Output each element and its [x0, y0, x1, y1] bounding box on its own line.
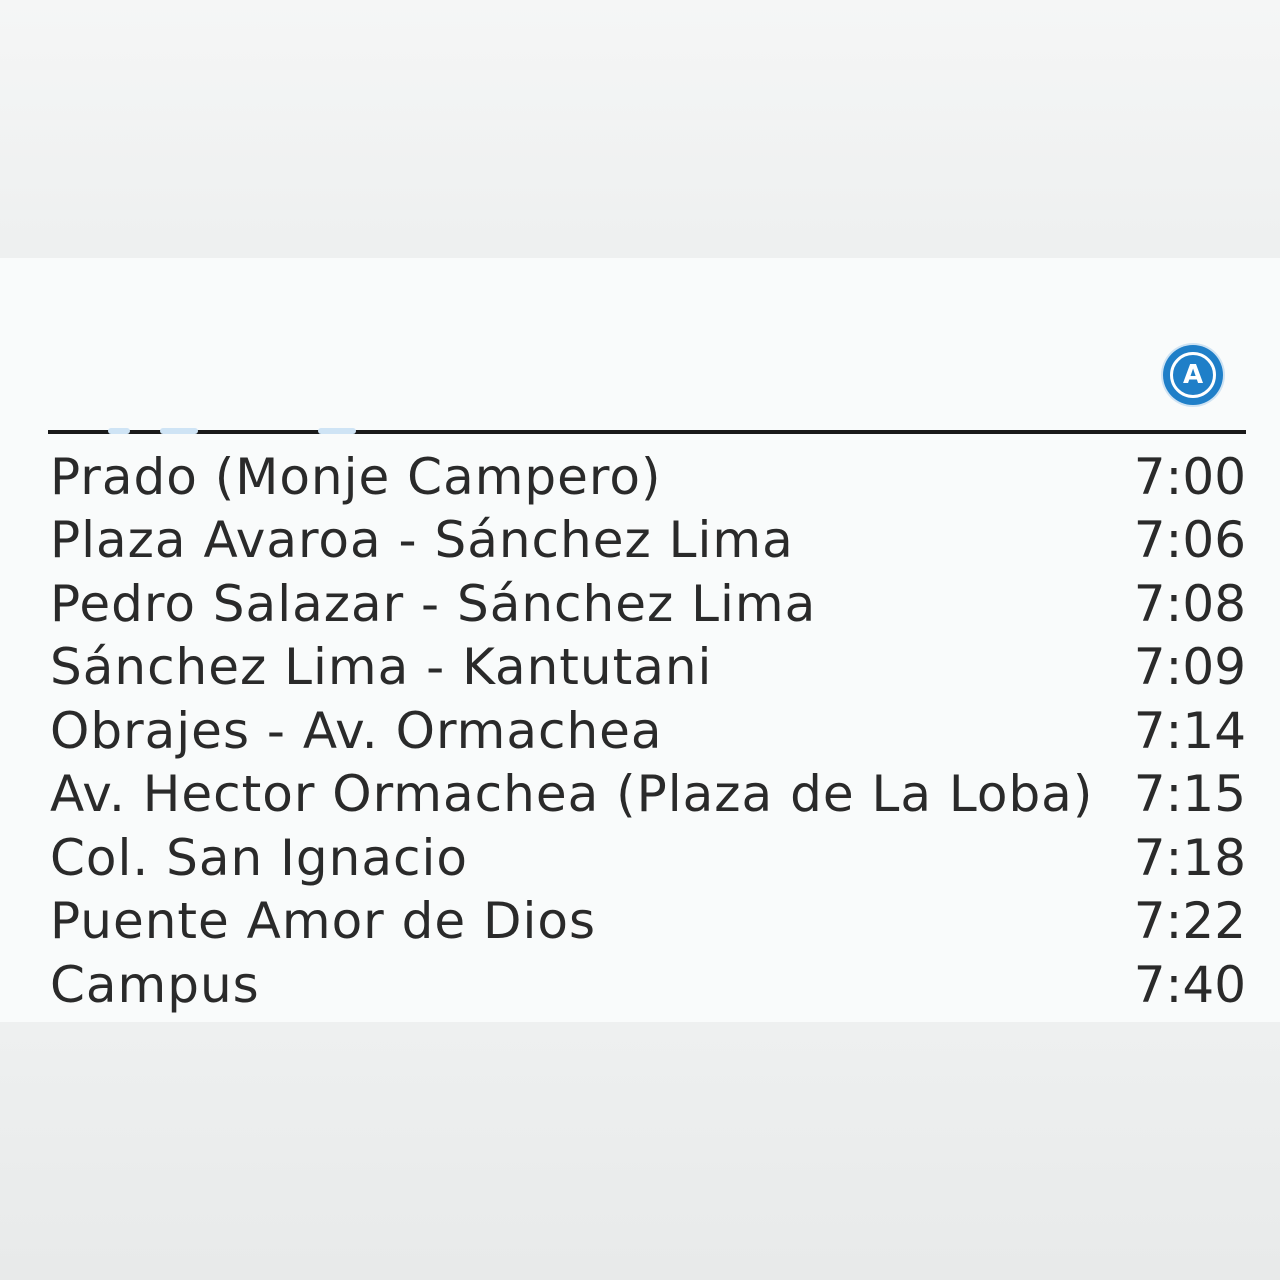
header-divider — [48, 430, 1246, 434]
stop-name: Col. San Ignacio — [50, 828, 468, 887]
divider-accent — [160, 428, 198, 434]
stop-list: Prado (Monje Campero) 7:00 Plaza Avaroa … — [50, 445, 1246, 1017]
stop-time: 7:06 — [1133, 511, 1246, 570]
stop-time: 7:14 — [1133, 701, 1246, 760]
stop-name: Campus — [50, 955, 260, 1014]
stop-time: 7:08 — [1133, 574, 1246, 633]
route-badge-icon: A — [1163, 345, 1223, 405]
divider-accent — [108, 428, 130, 434]
stop-time: 7:09 — [1133, 638, 1246, 697]
stop-name: Sánchez Lima - Kantutani — [50, 638, 713, 697]
route-letter: A — [1170, 352, 1216, 398]
stop-name: Puente Amor de Dios — [50, 892, 597, 951]
divider-accent — [318, 428, 356, 434]
stop-row: Puente Amor de Dios 7:22 — [50, 890, 1246, 954]
stop-row: Sánchez Lima - Kantutani 7:09 — [50, 636, 1246, 700]
stop-name: Prado (Monje Campero) — [50, 447, 662, 506]
stop-time: 7:40 — [1133, 955, 1246, 1014]
stop-name: Av. Hector Ormachea (Plaza de La Loba) — [50, 765, 1094, 824]
stop-row: Plaza Avaroa - Sánchez Lima 7:06 — [50, 509, 1246, 573]
stop-row: Campus 7:40 — [50, 953, 1246, 1017]
stop-time: 7:00 — [1133, 447, 1246, 506]
stop-name: Plaza Avaroa - Sánchez Lima — [50, 511, 794, 570]
stop-time: 7:22 — [1133, 892, 1246, 951]
page: A Prado (Monje Campero) 7:00 Plaza Avaro… — [0, 0, 1280, 1280]
stop-time: 7:18 — [1133, 828, 1246, 887]
stop-row: Obrajes - Av. Ormachea 7:14 — [50, 699, 1246, 763]
stop-name: Pedro Salazar - Sánchez Lima — [50, 574, 817, 633]
stop-row: Av. Hector Ormachea (Plaza de La Loba) 7… — [50, 763, 1246, 827]
stop-row: Pedro Salazar - Sánchez Lima 7:08 — [50, 572, 1246, 636]
stop-name: Obrajes - Av. Ormachea — [50, 701, 663, 760]
stop-time: 7:15 — [1133, 765, 1246, 824]
stop-row: Prado (Monje Campero) 7:00 — [50, 445, 1246, 509]
stop-row: Col. San Ignacio 7:18 — [50, 826, 1246, 890]
